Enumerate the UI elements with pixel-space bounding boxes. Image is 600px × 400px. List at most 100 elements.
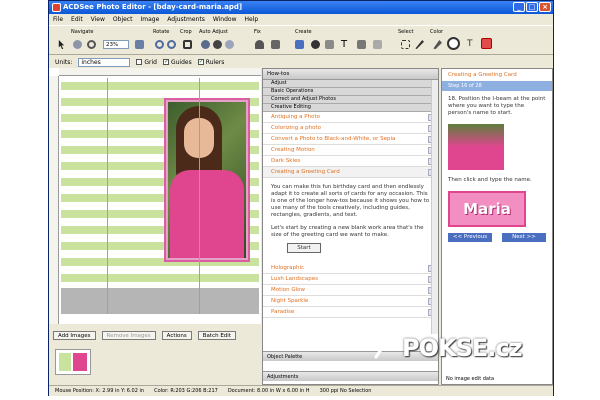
watermark-logo: POKSE.cz bbox=[366, 328, 552, 366]
rectangle-tool-icon[interactable] bbox=[295, 40, 304, 49]
status-color: Color: R:203 G:206 B:217 bbox=[154, 388, 218, 394]
howto-description-1: You can make this fun birthday card and … bbox=[271, 184, 430, 218]
text-tool-icon[interactable]: T bbox=[341, 40, 350, 50]
close-button[interactable]: × bbox=[539, 2, 551, 12]
zoom-tool-icon[interactable] bbox=[87, 40, 96, 49]
section-creative-editing[interactable]: Creative Editing bbox=[263, 104, 438, 112]
guides-checkbox-box[interactable] bbox=[162, 59, 169, 65]
howto-item[interactable]: Convert a Photo to Black-and-White, or S… bbox=[263, 134, 438, 145]
howto-item[interactable]: Antiquing a Photo› bbox=[263, 112, 438, 123]
rotate-left-icon[interactable] bbox=[155, 40, 164, 49]
fill-color-swatch[interactable] bbox=[481, 38, 492, 49]
menu-image[interactable]: Image bbox=[140, 16, 159, 23]
rulers-checkbox-box[interactable] bbox=[197, 59, 204, 65]
units-label: Units: bbox=[55, 58, 73, 66]
edit-data-status: No image edit data bbox=[446, 376, 495, 382]
howto-item[interactable]: Colorizing a photo› bbox=[263, 123, 438, 134]
zoom-in-icon[interactable] bbox=[135, 40, 144, 49]
section-adjust[interactable]: Adjust bbox=[263, 80, 438, 88]
add-images-button[interactable]: Add Images bbox=[53, 331, 96, 340]
zoom-select[interactable]: 23% bbox=[103, 40, 129, 49]
group-color: Color bbox=[430, 29, 444, 35]
howto-item[interactable]: Holographic› bbox=[263, 263, 438, 274]
howto-item-active[interactable]: Creating a Greeting Card⌄ bbox=[263, 167, 438, 178]
auto-color-icon[interactable] bbox=[225, 40, 234, 49]
status-bar: Mouse Position: X: 2.99 in Y: 6.02 in Co… bbox=[49, 385, 553, 396]
color-swap-icon[interactable] bbox=[447, 37, 460, 50]
instruction-image-1 bbox=[448, 124, 504, 170]
howto-item[interactable]: Dark Skies› bbox=[263, 156, 438, 167]
actions-button[interactable]: Actions bbox=[161, 331, 192, 340]
group-rotate: Rotate bbox=[153, 29, 170, 35]
menu-help[interactable]: Help bbox=[245, 16, 259, 23]
rulers-checkbox[interactable]: Rulers bbox=[197, 59, 224, 66]
group-navigate: Navigate bbox=[71, 29, 94, 35]
app-icon bbox=[52, 3, 61, 12]
howto-scrollbar[interactable] bbox=[431, 80, 438, 334]
section-correct-adjust[interactable]: Correct and Adjust Photos bbox=[263, 96, 438, 104]
howto-item[interactable]: Night Sparkle› bbox=[263, 296, 438, 307]
howto-item[interactable]: Paradise› bbox=[263, 307, 438, 318]
instructions-title: Creating a Greeting Card bbox=[442, 69, 552, 81]
grid-checkbox-box[interactable] bbox=[136, 59, 143, 65]
remove-images-button[interactable]: Remove Images bbox=[101, 331, 156, 340]
group-select: Select bbox=[398, 29, 414, 35]
group-crop: Crop bbox=[180, 29, 192, 35]
select-tool-icon[interactable] bbox=[401, 40, 410, 49]
canvas-options-bar: Units: inches Grid Guides Rulers bbox=[49, 56, 261, 68]
text-color-icon[interactable]: T bbox=[467, 40, 476, 49]
step-indicator: Step 16 of 28 bbox=[442, 81, 552, 91]
crop-icon[interactable] bbox=[183, 40, 192, 49]
status-document-size: Document: 8.00 in W x 6.00 in H bbox=[227, 388, 310, 394]
howto-item[interactable]: Motion Glow› bbox=[263, 285, 438, 296]
section-basic-operations[interactable]: Basic Operations bbox=[263, 88, 438, 96]
status-resolution: 300 ppi No Selection bbox=[319, 388, 372, 394]
adjustments-header[interactable]: Adjustments bbox=[263, 371, 438, 381]
howto-item[interactable]: Lush Landscapes› bbox=[263, 274, 438, 285]
vertical-ruler bbox=[49, 76, 59, 324]
eyedropper-icon[interactable] bbox=[433, 40, 442, 49]
menu-object[interactable]: Object bbox=[113, 16, 133, 23]
girl-photo[interactable] bbox=[164, 98, 250, 262]
grid-checkbox[interactable]: Grid bbox=[136, 59, 157, 66]
batch-edit-button[interactable]: Batch Edit bbox=[197, 331, 236, 340]
editing-canvas[interactable] bbox=[49, 68, 261, 324]
maximize-button[interactable]: □ bbox=[526, 2, 538, 12]
auto-exposure-icon[interactable] bbox=[201, 40, 210, 49]
vertical-guide[interactable] bbox=[199, 78, 200, 314]
previous-button[interactable]: << Previous bbox=[448, 233, 492, 242]
units-select[interactable]: inches bbox=[78, 57, 131, 67]
minimize-button[interactable]: _ bbox=[513, 2, 525, 12]
pointer-tool-icon[interactable] bbox=[58, 40, 65, 49]
shape-tool-icon[interactable] bbox=[373, 40, 382, 49]
howto-panel-header[interactable]: How-tos bbox=[263, 69, 438, 80]
group-create: Create bbox=[295, 29, 312, 35]
menu-file[interactable]: File bbox=[53, 16, 63, 23]
howto-item[interactable]: Creating Motion› bbox=[263, 145, 438, 156]
vertical-guide[interactable] bbox=[107, 78, 108, 314]
rotate-right-icon[interactable] bbox=[167, 40, 176, 49]
title-bar: ACDSee Photo Editor - [bday-card-maria.a… bbox=[49, 1, 553, 14]
howto-description-2: Let's start by creating a new blank work… bbox=[271, 225, 424, 238]
gradient-tool-icon[interactable] bbox=[357, 40, 366, 49]
card-stripe bbox=[61, 274, 259, 282]
watermark-rays-icon bbox=[368, 330, 399, 359]
ellipse-tool-icon[interactable] bbox=[311, 40, 320, 49]
menu-window[interactable]: Window bbox=[213, 16, 237, 23]
auto-contrast-icon[interactable] bbox=[213, 40, 222, 49]
menu-adjustments[interactable]: Adjustments bbox=[167, 16, 205, 23]
menu-view[interactable]: View bbox=[91, 16, 105, 23]
greeting-card-document[interactable] bbox=[61, 78, 259, 288]
heal-tool-icon[interactable] bbox=[271, 40, 280, 49]
next-button[interactable]: Next >> bbox=[502, 233, 546, 242]
pan-tool-icon[interactable] bbox=[73, 40, 82, 49]
instruction-text-2: Then click and type the name. bbox=[448, 177, 532, 183]
horizontal-ruler bbox=[59, 68, 261, 76]
magic-wand-icon[interactable] bbox=[415, 40, 424, 49]
guides-checkbox[interactable]: Guides bbox=[162, 59, 192, 66]
menu-edit[interactable]: Edit bbox=[71, 16, 83, 23]
brush-tool-icon[interactable] bbox=[325, 40, 334, 49]
image-thumbnail[interactable] bbox=[55, 349, 91, 375]
red-eye-icon[interactable] bbox=[255, 40, 264, 49]
start-button[interactable]: Start bbox=[287, 243, 321, 253]
